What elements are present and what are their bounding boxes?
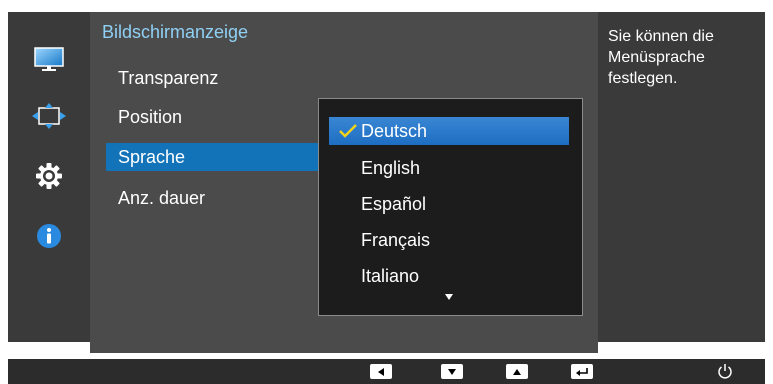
position-size-icon bbox=[32, 103, 66, 129]
control-key-bar bbox=[8, 359, 765, 384]
up-key-button[interactable] bbox=[506, 364, 528, 379]
scroll-down-arrow-icon[interactable] bbox=[445, 294, 453, 300]
menu-item-sprache[interactable]: Sprache bbox=[106, 143, 318, 171]
language-option-english[interactable]: English bbox=[361, 154, 420, 182]
arrow-left-icon bbox=[378, 367, 384, 376]
help-description: Sie können die Menüsprache festlegen. bbox=[608, 28, 714, 87]
down-key-button[interactable] bbox=[441, 364, 463, 379]
arrow-up-icon bbox=[513, 368, 521, 375]
position-category-button[interactable] bbox=[27, 98, 71, 134]
left-key-button[interactable] bbox=[370, 364, 392, 379]
power-button[interactable] bbox=[717, 362, 733, 384]
arrow-down-icon bbox=[448, 368, 456, 375]
category-icon-column bbox=[8, 12, 90, 342]
language-option-francais[interactable]: Français bbox=[361, 226, 430, 254]
language-option-italiano[interactable]: Italiano bbox=[361, 262, 419, 290]
menu-item-transparenz[interactable]: Transparenz bbox=[106, 64, 326, 92]
language-option-label: Deutsch bbox=[361, 121, 428, 141]
picture-icon bbox=[34, 47, 64, 71]
system-category-button[interactable] bbox=[27, 158, 71, 194]
enter-return-icon bbox=[576, 367, 588, 376]
settings-gear-icon bbox=[36, 163, 62, 189]
info-icon bbox=[37, 224, 61, 248]
power-icon bbox=[718, 364, 732, 379]
menu-item-anz-dauer[interactable]: Anz. dauer bbox=[106, 184, 326, 212]
menu-item-position[interactable]: Position bbox=[106, 103, 326, 131]
monitor-osd-screen: Bildschirmanzeige Transparenz Position S… bbox=[0, 0, 773, 384]
menu-title: Bildschirmanzeige bbox=[102, 22, 249, 42]
picture-category-button[interactable] bbox=[27, 42, 71, 78]
help-panel: Sie können die Menüsprache festlegen. bbox=[598, 12, 765, 342]
information-category-button[interactable] bbox=[27, 218, 71, 254]
language-option-espanol[interactable]: Español bbox=[361, 190, 426, 218]
language-option-deutsch[interactable]: Deutsch bbox=[329, 117, 569, 145]
language-dropdown-list: Deutsch English Español Français Italian… bbox=[318, 98, 583, 316]
enter-key-button[interactable] bbox=[571, 364, 593, 379]
checkmark-icon bbox=[339, 124, 357, 138]
